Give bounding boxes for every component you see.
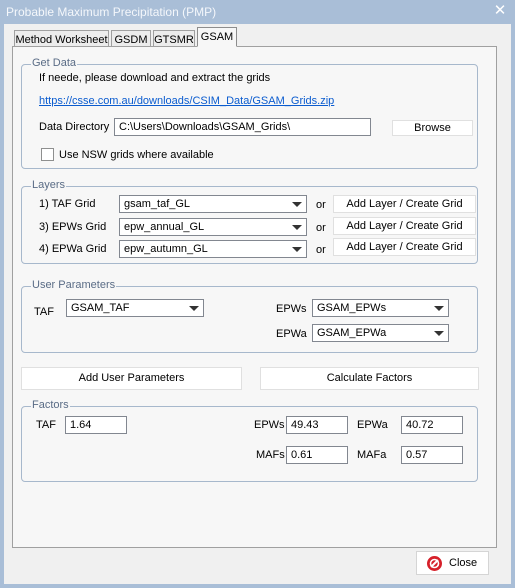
epwa-grid-select[interactable]: epw_autumn_GL xyxy=(119,240,307,258)
close-button[interactable]: Close xyxy=(416,551,489,575)
layers-heading: Layers xyxy=(31,179,67,191)
or-label: or xyxy=(316,222,326,234)
factor-taf-field[interactable]: 1.64 xyxy=(65,416,127,434)
add-epwa-layer-button[interactable]: Add Layer / Create Grid xyxy=(333,238,476,256)
add-taf-layer-button[interactable]: Add Layer / Create Grid xyxy=(333,195,476,213)
calculate-factors-button[interactable]: Calculate Factors xyxy=(260,367,479,390)
chevron-down-icon xyxy=(292,225,302,230)
user-epws-select[interactable]: GSAM_EPWs xyxy=(312,299,449,317)
factor-taf-label: TAF xyxy=(36,419,56,431)
chevron-down-icon xyxy=(292,202,302,207)
factors-heading: Factors xyxy=(31,399,70,411)
taf-grid-select[interactable]: gsam_taf_GL xyxy=(119,195,307,213)
data-directory-input[interactable]: C:\Users\Downloads\GSAM_Grids\ xyxy=(114,118,371,136)
factor-mafs-label: MAFs xyxy=(256,449,285,461)
user-epwa-label: EPWa xyxy=(276,328,307,340)
epwa-grid-label: 4) EPWa Grid xyxy=(39,243,107,255)
chevron-down-icon xyxy=(434,306,444,311)
factor-epwa-label: EPWa xyxy=(357,419,388,431)
user-taf-value: GSAM_TAF xyxy=(71,302,130,314)
epwa-grid-value: epw_autumn_GL xyxy=(124,243,208,255)
or-label: or xyxy=(316,244,326,256)
factor-epws-label: EPWs xyxy=(254,419,285,431)
window-title: Probable Maximum Precipitation (PMP) xyxy=(6,5,217,19)
factor-mafa-label: MAFa xyxy=(357,449,387,461)
factor-epws-field[interactable]: 49.43 xyxy=(286,416,348,434)
taf-grid-label: 1) TAF Grid xyxy=(39,198,96,210)
add-epws-layer-button[interactable]: Add Layer / Create Grid xyxy=(333,217,476,235)
user-parameters-group xyxy=(21,286,478,353)
taf-grid-value: gsam_taf_GL xyxy=(124,198,191,210)
factor-mafa-field[interactable]: 0.57 xyxy=(401,446,463,464)
window-close-icon[interactable]: ✕ xyxy=(490,2,510,20)
nsw-grids-label: Use NSW grids where available xyxy=(59,149,214,161)
data-directory-label: Data Directory xyxy=(39,121,110,133)
user-epws-value: GSAM_EPWs xyxy=(317,302,387,314)
get-data-heading: Get Data xyxy=(31,57,78,69)
user-epwa-select[interactable]: GSAM_EPWa xyxy=(312,324,449,342)
factor-epwa-field[interactable]: 40.72 xyxy=(401,416,463,434)
user-taf-label: TAF xyxy=(34,306,54,318)
epws-grid-value: epw_annual_GL xyxy=(124,221,205,233)
user-taf-select[interactable]: GSAM_TAF xyxy=(66,299,204,317)
nsw-grids-checkbox[interactable] xyxy=(41,148,54,161)
user-parameters-heading: User Parameters xyxy=(31,279,117,291)
browse-button[interactable]: Browse xyxy=(392,120,473,136)
user-epwa-value: GSAM_EPWa xyxy=(317,327,387,339)
download-instruction: If neede, please download and extract th… xyxy=(39,72,271,84)
close-icon xyxy=(427,556,442,571)
chevron-down-icon xyxy=(292,247,302,252)
user-epws-label: EPWs xyxy=(276,303,307,315)
epws-grid-label: 3) EPWs Grid xyxy=(39,221,107,233)
epws-grid-select[interactable]: epw_annual_GL xyxy=(119,218,307,236)
add-user-parameters-button[interactable]: Add User Parameters xyxy=(21,367,242,390)
or-label: or xyxy=(316,199,326,211)
factor-mafs-field[interactable]: 0.61 xyxy=(286,446,348,464)
grids-download-link[interactable]: https://csse.com.au/downloads/CSIM_Data/… xyxy=(39,95,334,107)
close-button-label: Close xyxy=(449,557,478,569)
chevron-down-icon xyxy=(189,306,199,311)
tab-gsam[interactable]: GSAM xyxy=(197,27,237,47)
chevron-down-icon xyxy=(434,331,444,336)
